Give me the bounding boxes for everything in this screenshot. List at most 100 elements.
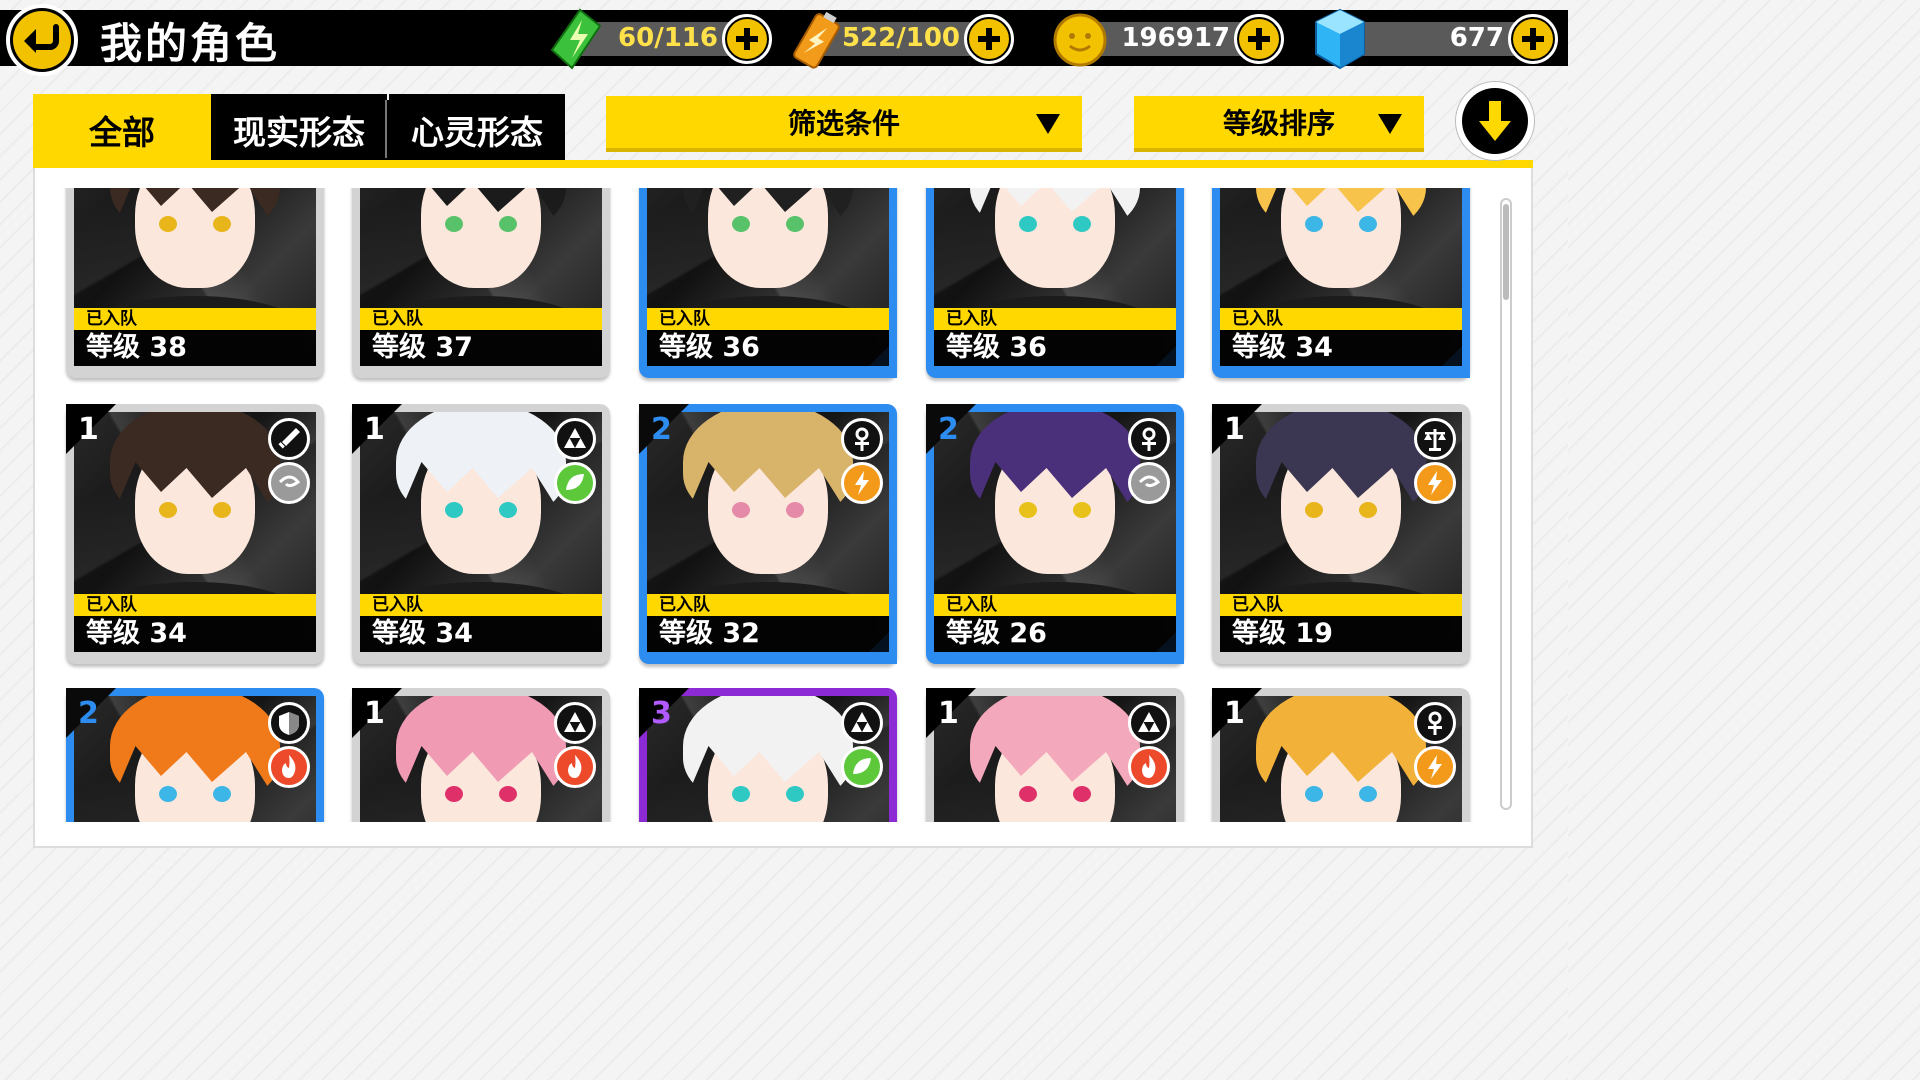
add-gems-button[interactable] [1508, 14, 1558, 64]
level-label: 等级 32 [647, 616, 889, 652]
wind-attribute-icon [1128, 462, 1170, 504]
in-team-label: 已入队 [1220, 594, 1462, 616]
character-grid: 已入队 等级 38 已入队 等级 37 已入队 等级 36 已入队 等级 36 已入队 等级 34… [34, 188, 1494, 822]
character-card[interactable]: 1 [352, 688, 610, 822]
level-label: 等级 36 [934, 330, 1176, 366]
sword-attribute-icon [268, 418, 310, 460]
tab-divider [385, 100, 387, 158]
level-label: 等级 26 [934, 616, 1176, 652]
sort-dropdown[interactable]: 等级排序 [1134, 96, 1424, 152]
triforce-attribute-icon [1128, 702, 1170, 744]
add-battery-button[interactable] [964, 14, 1014, 64]
level-label: 等级 38 [74, 330, 316, 366]
character-card[interactable]: 2 已入队 等级 32 [639, 404, 897, 664]
in-team-label: 已入队 [360, 308, 602, 330]
plus-icon [969, 19, 1009, 59]
shield-attribute-icon [268, 702, 310, 744]
leaf-attribute-icon [554, 462, 596, 504]
filter-dropdown[interactable]: 筛选条件 [606, 96, 1082, 152]
stamina-counter: 60/116 [550, 8, 772, 70]
lightning-attribute-icon [841, 462, 883, 504]
rank-number: 1 [1224, 412, 1245, 447]
plus-icon [1239, 19, 1279, 59]
fire-attribute-icon [268, 746, 310, 788]
character-card[interactable]: 1 已入队 等级 34 [66, 404, 324, 664]
lightning-attribute-icon [1414, 746, 1456, 788]
plus-icon [727, 19, 767, 59]
level-label: 等级 37 [360, 330, 602, 366]
triforce-attribute-icon [554, 702, 596, 744]
form-tabs: 全部 现实形态 心灵形态 [33, 94, 565, 166]
character-card[interactable]: 已入队 等级 36 [926, 188, 1184, 378]
ankh-attribute-icon [841, 418, 883, 460]
battery-icon [792, 8, 842, 76]
level-label: 等级 19 [1220, 616, 1462, 652]
character-card[interactable]: 1 已入队 等级 34 [352, 404, 610, 664]
blue-cube-icon [1312, 8, 1368, 74]
sort-order-button[interactable] [1456, 82, 1534, 160]
triforce-attribute-icon [554, 418, 596, 460]
rank-number: 1 [78, 412, 99, 447]
fire-attribute-icon [1128, 746, 1170, 788]
character-card[interactable]: 1 [926, 688, 1184, 822]
rank-number: 3 [651, 696, 672, 731]
rank-number: 2 [651, 412, 672, 447]
battery-counter: 522/100 [793, 11, 1014, 69]
in-team-label: 已入队 [360, 594, 602, 616]
character-card[interactable]: 已入队 等级 38 [66, 188, 324, 378]
fire-attribute-icon [554, 746, 596, 788]
level-label: 等级 34 [74, 616, 316, 652]
back-arrow-icon [13, 11, 71, 69]
character-card[interactable]: 1 已入队 等级 19 [1212, 404, 1470, 664]
character-card[interactable]: 已入队 等级 36 [639, 188, 897, 378]
coin-counter: 196917 [1053, 13, 1284, 67]
in-team-label: 已入队 [647, 308, 889, 330]
gem-value: 677 [1449, 23, 1504, 53]
leaf-attribute-icon [841, 746, 883, 788]
level-label: 等级 36 [647, 330, 889, 366]
lightning-attribute-icon [1414, 462, 1456, 504]
character-card[interactable]: 3 [639, 688, 897, 822]
rank-number: 1 [364, 412, 385, 447]
tab-spirit-form[interactable]: 心灵形态 [389, 94, 565, 166]
tab-reality-form[interactable]: 现实形态 [211, 94, 387, 166]
character-card[interactable]: 已入队 等级 37 [352, 188, 610, 378]
rank-number: 2 [938, 412, 959, 447]
in-team-label: 已入队 [74, 308, 316, 330]
caret-down-icon [1036, 114, 1060, 134]
ankh-attribute-icon [1128, 418, 1170, 460]
tab-all[interactable]: 全部 [33, 94, 211, 166]
filter-label: 筛选条件 [787, 107, 900, 140]
in-team-label: 已入队 [1220, 308, 1462, 330]
character-card[interactable]: 2 [66, 688, 324, 822]
rank-number: 1 [938, 696, 959, 731]
back-button[interactable] [6, 4, 78, 76]
in-team-label: 已入队 [74, 594, 316, 616]
wind-attribute-icon [268, 462, 310, 504]
character-card[interactable]: 1 [1212, 688, 1470, 822]
coin-value: 196917 [1121, 23, 1230, 53]
add-coins-button[interactable] [1234, 14, 1284, 64]
ankh-attribute-icon [1414, 702, 1456, 744]
scrollbar-thumb[interactable] [1503, 204, 1509, 300]
caret-down-icon [1378, 114, 1402, 134]
sort-label: 等级排序 [1222, 107, 1335, 140]
rank-number: 2 [78, 696, 99, 731]
battery-value: 522/100 [841, 23, 960, 53]
add-stamina-button[interactable] [722, 14, 772, 64]
plus-icon [1513, 19, 1553, 59]
scrollbar[interactable] [1500, 198, 1512, 810]
in-team-label: 已入队 [647, 594, 889, 616]
arrow-down-icon [1462, 88, 1528, 154]
page-title: 我的角色 [100, 19, 281, 68]
stamina-value: 60/116 [618, 23, 718, 53]
triforce-attribute-icon [841, 702, 883, 744]
rank-number: 1 [1224, 696, 1245, 731]
scales-attribute-icon [1414, 418, 1456, 460]
character-card[interactable]: 已入队 等级 34 [1212, 188, 1470, 378]
in-team-label: 已入队 [934, 308, 1176, 330]
green-crystal-icon [550, 8, 602, 74]
character-card[interactable]: 2 已入队 等级 26 [926, 404, 1184, 664]
gem-counter: 677 [1315, 8, 1558, 70]
rank-number: 1 [364, 696, 385, 731]
